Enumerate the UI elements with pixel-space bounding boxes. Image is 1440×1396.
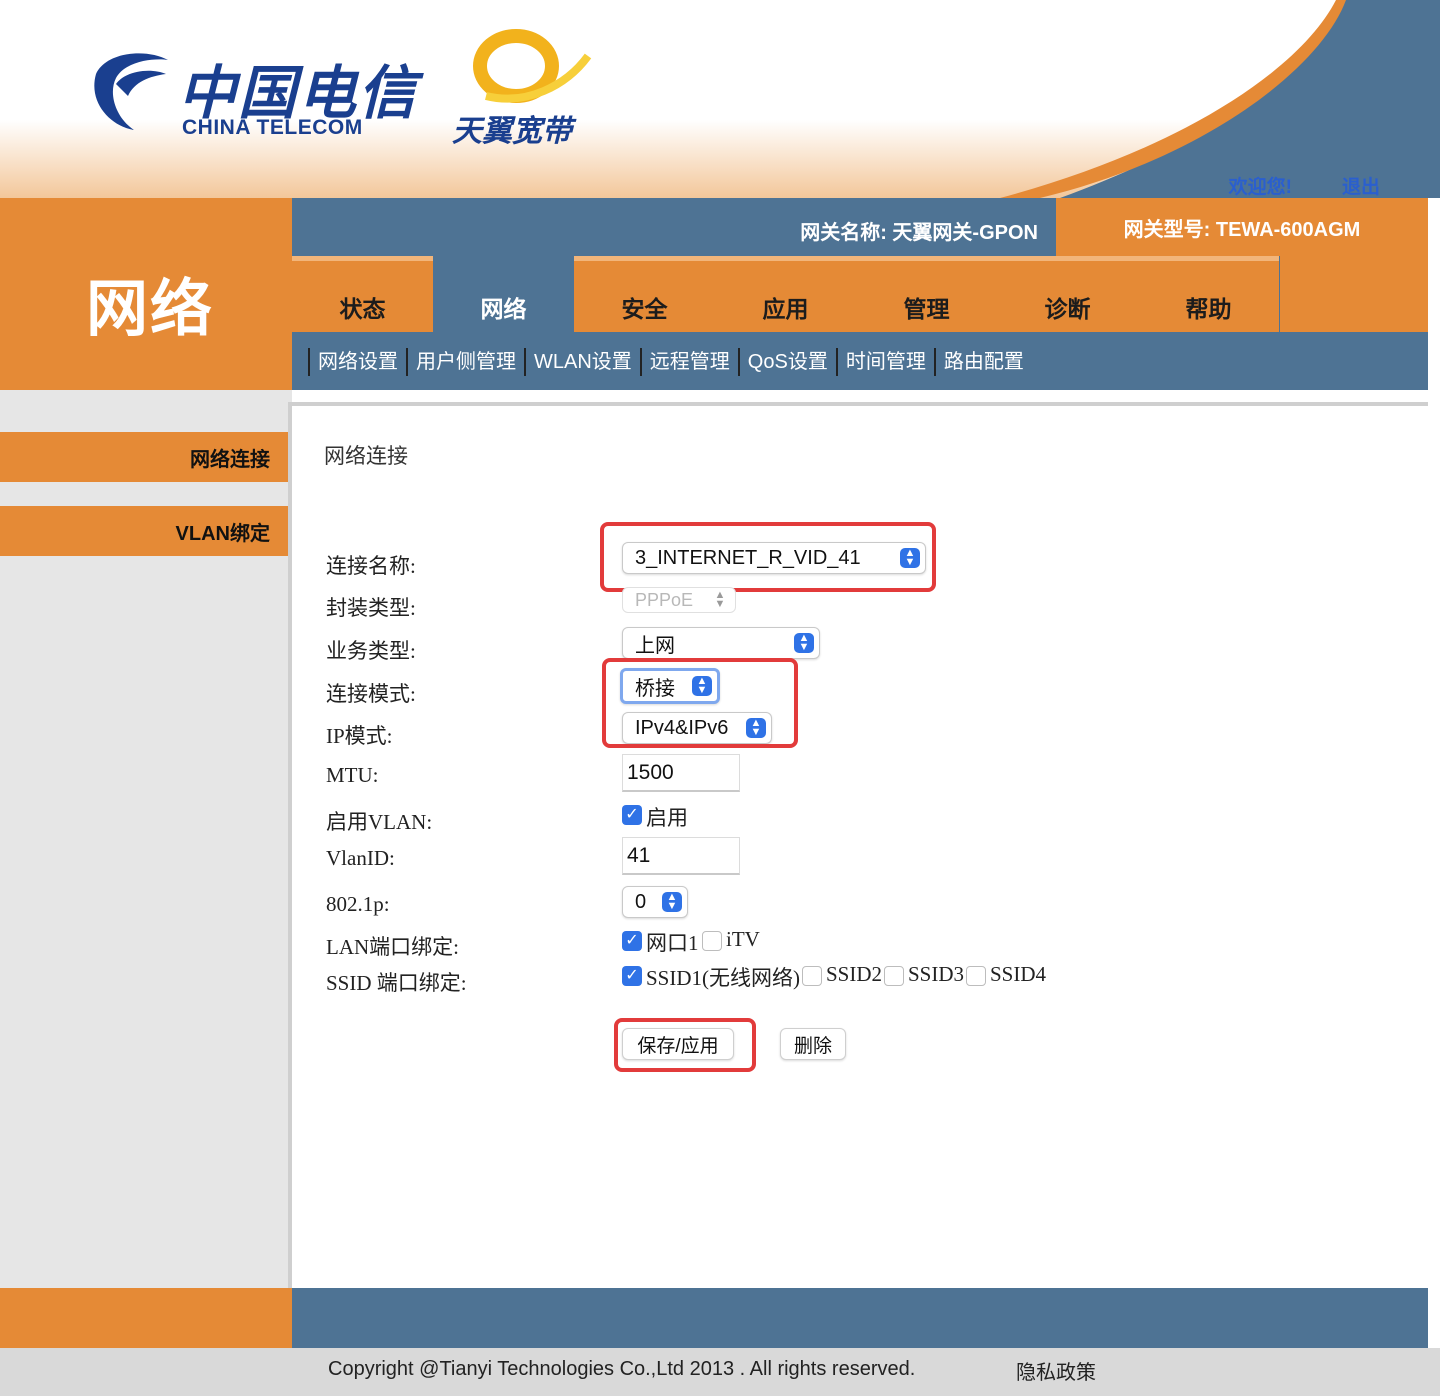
header-banner: 中国电信 CHINA TELECOM 天翼宽带 欢迎您! 退出 [0, 0, 1440, 198]
label-ip-mode: IP模式: [326, 724, 393, 748]
subnav-network-settings[interactable]: 网络设置 [308, 348, 406, 376]
ssid4-checkbox[interactable] [966, 966, 986, 986]
label-service-type: 业务类型: [326, 639, 416, 663]
china-telecom-logo: 中国电信 CHINA TELECOM [86, 44, 416, 145]
encap-type-value: PPPoE [635, 589, 694, 610]
encap-type-select: PPPoE ▲ ▼ [622, 587, 736, 613]
telecom-e-icon [94, 53, 168, 130]
welcome-text: 欢迎您! [1228, 177, 1292, 198]
tab-network[interactable]: 网络 [433, 256, 574, 332]
enable-vlan-label: 启用 [646, 806, 688, 830]
tabs-filler [1280, 256, 1428, 332]
label-connection-name: 连接名称: [326, 554, 416, 578]
label-ssid-bind: SSID 端口绑定: [326, 971, 467, 995]
main-tabs: 状态 网络 安全 应用 管理 诊断 帮助 [292, 256, 1280, 332]
tab-application[interactable]: 应用 [715, 256, 856, 332]
footer-blue-band [292, 1288, 1428, 1348]
label-8021p: 802.1p: [326, 892, 390, 916]
sidebar-item-vlan-binding[interactable]: VLAN绑定 [0, 506, 288, 556]
subnav-qos[interactable]: QoS设置 [737, 348, 836, 376]
footer-orange-band [0, 1288, 292, 1348]
ssid1-checkbox[interactable]: ✓ [622, 966, 642, 986]
section-title: 网络 [86, 275, 215, 344]
subnav-routing[interactable]: 路由配置 [933, 348, 1032, 376]
tab-management[interactable]: 管理 [856, 256, 997, 332]
copyright-bar: Copyright @Tianyi Technologies Co.,Ltd 2… [0, 1348, 1440, 1396]
tab-help[interactable]: 帮助 [1138, 256, 1279, 332]
lan-itv-checkbox[interactable] [702, 931, 722, 951]
content-panel: 网络连接 连接名称: 封装类型: 业务类型: 连接模式: IP模式: MTU: … [288, 402, 1428, 1288]
delete-button[interactable]: 删除 [780, 1028, 846, 1060]
ssid1-label: SSID1(无线网络) [646, 966, 801, 990]
label-lan-bind: LAN端口绑定: [326, 935, 459, 959]
select-arrows-icon: ▲ ▼ [794, 633, 814, 653]
highlight-connection-name [600, 522, 936, 592]
logout-link[interactable]: 退出 [1342, 172, 1380, 198]
subnav-remote[interactable]: 远程管理 [639, 348, 738, 376]
sidebar: 网络连接 VLAN绑定 [0, 390, 292, 1288]
ssid3-label: SSID3 [908, 962, 965, 986]
service-type-value: 上网 [635, 634, 675, 657]
sidebar-item-network-connection[interactable]: 网络连接 [0, 432, 288, 482]
label-encap-type: 封装类型: [326, 596, 416, 620]
logo-english-text: CHINA TELECOM [182, 116, 363, 139]
nav-band: 网关名称: 天翼网关-GPON 网关型号: TEWA-600AGM 状态 网络 … [292, 198, 1428, 390]
privacy-policy-link[interactable]: 隐私政策 [1016, 1356, 1096, 1385]
ssid2-checkbox[interactable] [802, 966, 822, 986]
ssid4-label: SSID4 [990, 962, 1047, 986]
tianyi-broadband-logo: 天翼宽带 [446, 26, 596, 156]
lan-port1-checkbox[interactable]: ✓ [622, 931, 642, 951]
tab-security[interactable]: 安全 [574, 256, 715, 332]
label-connection-mode: 连接模式: [326, 682, 416, 706]
tianyi-logo-text: 天翼宽带 [452, 115, 572, 148]
label-enable-vlan: 启用VLAN: [326, 810, 433, 834]
label-mtu: MTU: [326, 763, 379, 787]
copyright-text: Copyright @Tianyi Technologies Co.,Ltd 2… [328, 1358, 916, 1380]
dot1p-value: 0 [635, 890, 647, 913]
lan-port1-label: 网口1 [646, 931, 699, 955]
mtu-input[interactable]: 1500 [622, 754, 740, 792]
subnav-user-side[interactable]: 用户侧管理 [406, 348, 524, 376]
ssid2-label: SSID2 [826, 962, 883, 986]
highlight-save-button [614, 1018, 756, 1072]
tab-status[interactable]: 状态 [292, 256, 433, 332]
subnav-time[interactable]: 时间管理 [835, 348, 934, 376]
highlight-mode-settings [602, 658, 798, 748]
select-arrows-icon: ▲ ▼ [714, 589, 726, 610]
lan-itv-label: iTV [726, 927, 760, 951]
vlan-id-input[interactable]: 41 [622, 837, 740, 875]
gateway-name: 网关名称: 天翼网关-GPON [800, 222, 1038, 244]
ssid3-checkbox[interactable] [884, 966, 904, 986]
dot1p-select[interactable]: 0 ▲ ▼ [622, 886, 688, 918]
tab-diagnostics[interactable]: 诊断 [997, 256, 1138, 332]
section-brand-panel: 网络 [0, 198, 292, 390]
select-arrows-icon: ▲ ▼ [662, 892, 682, 912]
page-title: 网络连接 [324, 444, 408, 468]
sub-navigation: 网络设置 用户侧管理 WLAN设置 远程管理 QoS设置 时间管理 路由配置 [308, 344, 1032, 380]
gateway-model: 网关型号: TEWA-600AGM [1056, 198, 1428, 256]
tianyi-swirl-icon [473, 29, 592, 103]
service-type-select[interactable]: 上网 ▲ ▼ [622, 627, 820, 659]
subnav-wlan[interactable]: WLAN设置 [524, 348, 640, 376]
enable-vlan-checkbox[interactable]: ✓ [622, 805, 642, 825]
label-vlan-id: VlanID: [326, 846, 395, 870]
